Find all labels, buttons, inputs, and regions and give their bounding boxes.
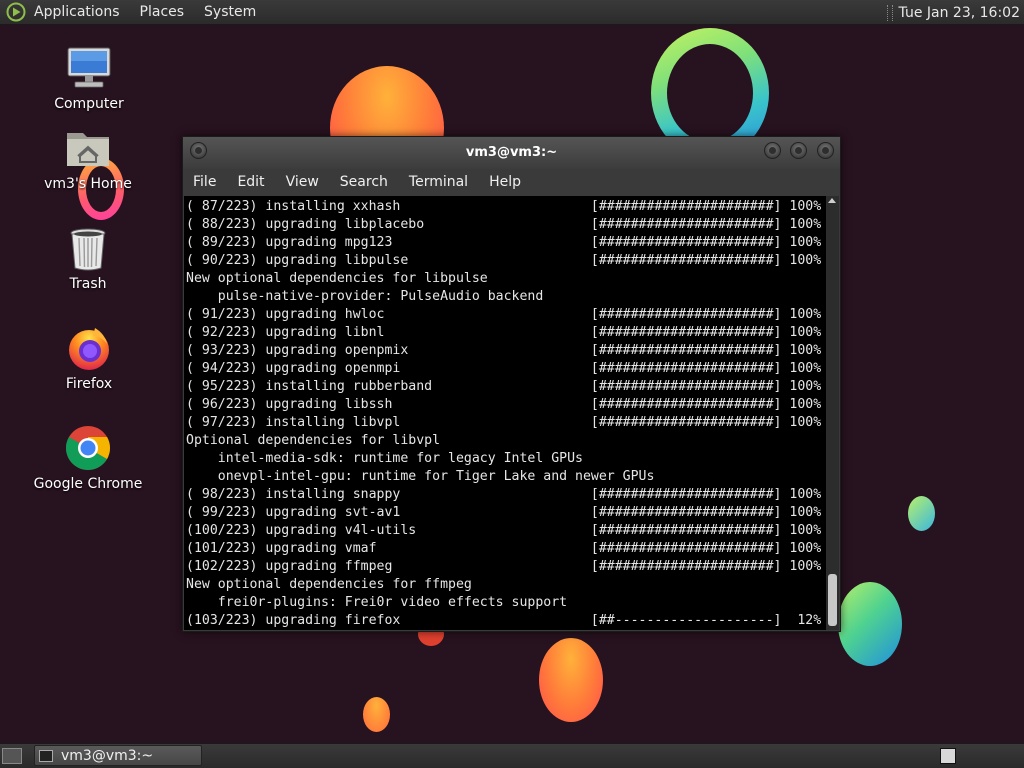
applications-menu[interactable]: Applications — [34, 4, 120, 20]
maximize-button[interactable] — [790, 142, 807, 159]
menu-search[interactable]: Search — [340, 174, 388, 190]
wallpaper-orange-blob-bottom — [539, 638, 603, 722]
taskbar-terminal-button[interactable]: vm3@vm3:~ — [34, 745, 202, 766]
panel-separator — [886, 4, 893, 21]
terminal-line: New optional dependencies for ffmpeg — [186, 577, 472, 592]
terminal-line: ( 98/223) installing snappy [###########… — [186, 487, 822, 502]
terminal-line: (102/223) upgrading ffmpeg [############… — [186, 559, 822, 574]
terminal-line: ( 88/223) upgrading libplacebo [########… — [186, 217, 822, 232]
desktop-icon-chrome[interactable]: Google Chrome — [33, 424, 143, 492]
scrollbar-thumb[interactable] — [828, 574, 837, 626]
trash-icon — [64, 224, 112, 272]
desktop-icon-label: Trash — [69, 276, 107, 292]
terminal-line: New optional dependencies for libpulse — [186, 271, 488, 286]
minimize-button[interactable] — [764, 142, 781, 159]
menu-edit[interactable]: Edit — [237, 174, 264, 190]
terminal-line: ( 97/223) installing libvpl [###########… — [186, 415, 822, 430]
menu-file[interactable]: File — [193, 174, 216, 190]
clock[interactable]: Tue Jan 23, 16:02 — [899, 5, 1020, 21]
menu-logo-icon[interactable] — [5, 1, 27, 23]
terminal-line: ( 99/223) upgrading svt-av1 [###########… — [186, 505, 822, 520]
terminal-line: intel-media-sdk: runtime for legacy Inte… — [186, 451, 583, 466]
terminal-line: ( 92/223) upgrading libnl [#############… — [186, 325, 822, 340]
terminal-line: onevpl-intel-gpu: runtime for Tiger Lake… — [186, 469, 655, 484]
firefox-icon — [65, 324, 113, 372]
terminal-line: ( 91/223) upgrading hwloc [#############… — [186, 307, 822, 322]
window-title: vm3@vm3:~ — [465, 145, 558, 160]
show-desktop-icon[interactable] — [2, 748, 22, 764]
terminal-menubar: File Edit View Search Terminal Help — [183, 169, 840, 195]
bottom-panel: vm3@vm3:~ — [0, 743, 1024, 768]
desktop-icon-trash[interactable]: Trash — [33, 224, 143, 292]
terminal-line: ( 94/223) upgrading openmpi [###########… — [186, 361, 822, 376]
terminal-line: ( 95/223) installing rubberband [#######… — [186, 379, 822, 394]
terminal-line: Optional dependencies for libvpl — [186, 433, 441, 448]
terminal-line: (101/223) upgrading vmaf [##############… — [186, 541, 822, 556]
computer-icon — [65, 44, 113, 92]
workspace-switcher[interactable] — [940, 748, 956, 764]
top-panel: Applications Places System Tue Jan 23, 1… — [0, 0, 1024, 25]
close-button[interactable] — [817, 142, 834, 159]
system-menu[interactable]: System — [204, 4, 256, 20]
terminal-line: ( 96/223) upgrading libssh [############… — [186, 397, 822, 412]
desktop-icon-label: vm3's Home — [44, 176, 132, 192]
places-menu[interactable]: Places — [140, 4, 185, 20]
terminal-icon — [39, 749, 53, 762]
menu-help[interactable]: Help — [489, 174, 521, 190]
terminal-line: pulse-native-provider: PulseAudio backen… — [186, 289, 544, 304]
window-titlebar[interactable]: vm3@vm3:~ — [183, 137, 840, 169]
desktop-icon-firefox[interactable]: Firefox — [34, 324, 144, 392]
terminal-line: ( 89/223) upgrading mpg123 [############… — [186, 235, 822, 250]
terminal-window: vm3@vm3:~ File Edit View Search Terminal… — [182, 136, 841, 632]
terminal-line: ( 90/223) upgrading libpulse [##########… — [186, 253, 822, 268]
scroll-up-arrow-icon[interactable] — [828, 198, 836, 203]
taskbar-button-label: vm3@vm3:~ — [61, 747, 154, 764]
menu-view[interactable]: View — [286, 174, 319, 190]
desktop-icon-computer[interactable]: Computer — [34, 44, 144, 112]
terminal-line: ( 87/223) installing xxhash [###########… — [186, 199, 822, 214]
terminal-line: frei0r-plugins: Frei0r video effects sup… — [186, 595, 568, 610]
terminal-line: ( 93/223) upgrading openpmix [##########… — [186, 343, 822, 358]
wallpaper-small-green-blob — [908, 496, 935, 531]
desktop-icon-label: Computer — [54, 96, 124, 112]
menu-terminal[interactable]: Terminal — [409, 174, 468, 190]
desktop-icon-label: Google Chrome — [33, 476, 143, 492]
terminal-scrollbar[interactable] — [826, 196, 839, 630]
home-folder-icon — [64, 124, 112, 172]
desktop-icon-home[interactable]: vm3's Home — [33, 124, 143, 192]
wallpaper-green-blob — [838, 582, 902, 666]
terminal-output[interactable]: ( 87/223) installing xxhash [###########… — [184, 196, 826, 630]
terminal-line: (103/223) upgrading firefox [##---------… — [186, 613, 822, 628]
wallpaper-small-orange-blob — [363, 697, 390, 732]
desktop-icon-label: Firefox — [65, 376, 113, 392]
chrome-icon — [64, 424, 112, 472]
terminal-line: (100/223) upgrading v4l-utils [#########… — [186, 523, 822, 538]
